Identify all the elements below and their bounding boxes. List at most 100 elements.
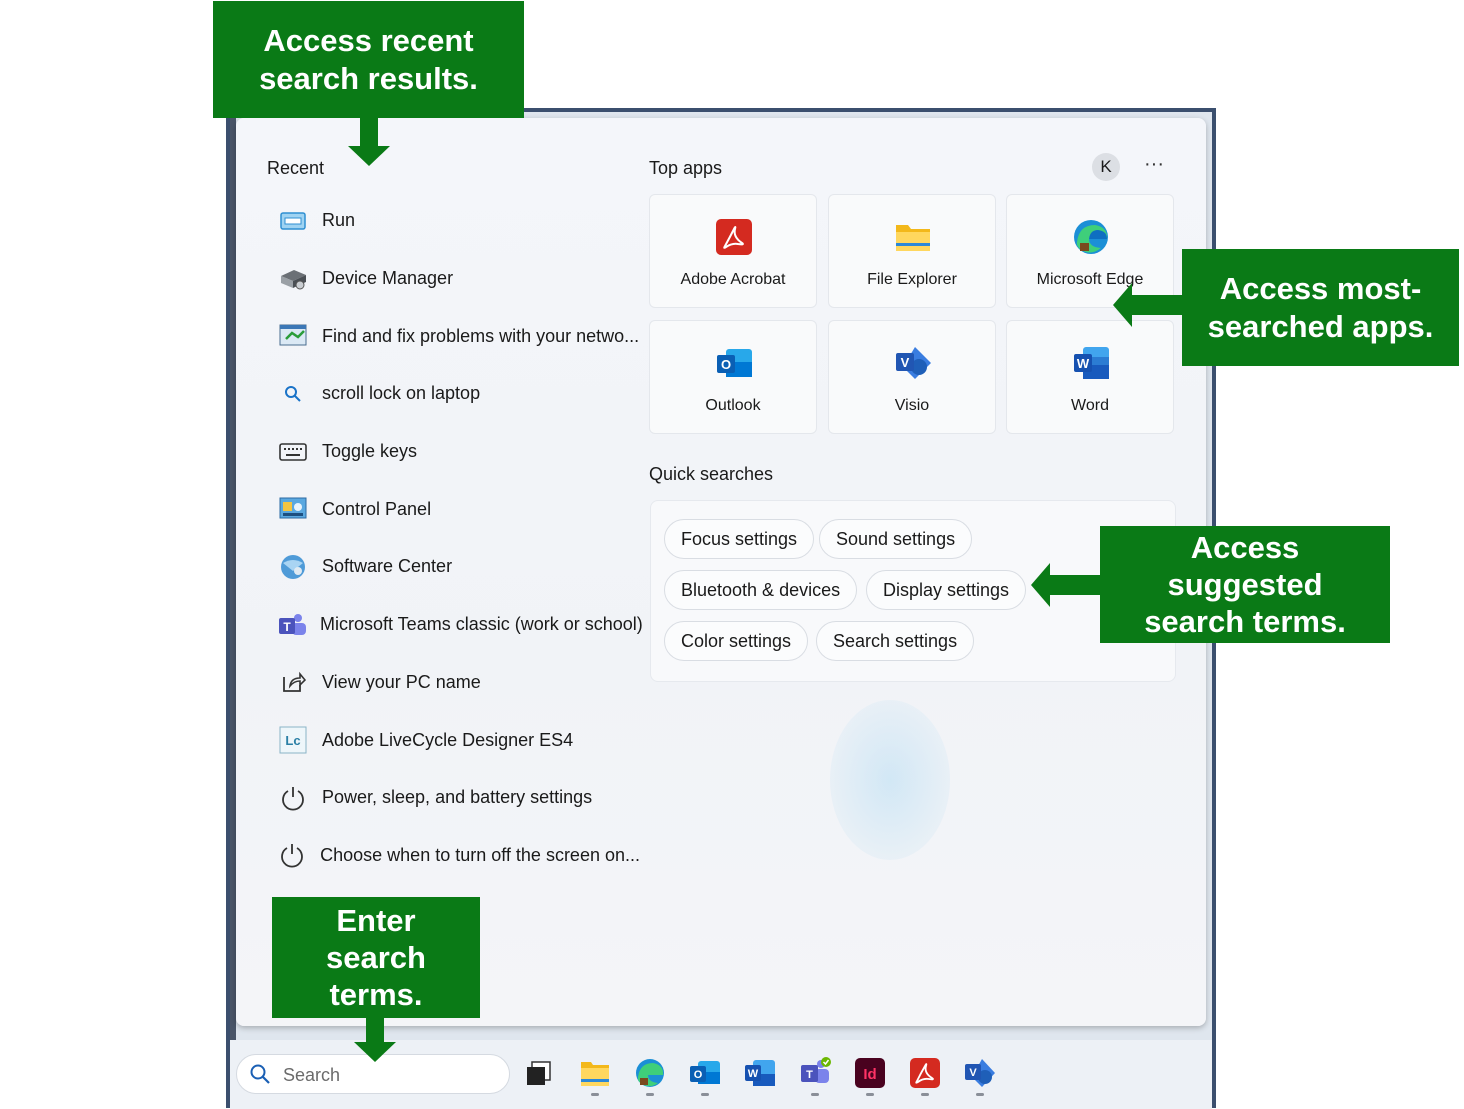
callout-search: Enter search terms. bbox=[272, 897, 480, 1018]
recent-item-power-sleep[interactable]: Power, sleep, and battery settings bbox=[270, 769, 640, 827]
device-manager-icon bbox=[276, 265, 310, 293]
edge-icon[interactable] bbox=[633, 1056, 667, 1090]
network-troubleshoot-icon bbox=[276, 322, 310, 350]
svg-text:W: W bbox=[748, 1068, 759, 1080]
more-options-button[interactable]: ··· bbox=[1142, 152, 1166, 180]
callout-search-text: Enter search terms. bbox=[326, 902, 426, 1013]
running-indicator bbox=[921, 1093, 929, 1096]
pill-display-settings[interactable]: Display settings bbox=[866, 570, 1027, 610]
search-input[interactable] bbox=[281, 1061, 485, 1089]
recent-item-label: Find and fix problems with your netwo... bbox=[322, 325, 640, 346]
visio-icon: V bbox=[896, 347, 931, 379]
callout-top-apps-text: Access most- searched apps. bbox=[1207, 271, 1434, 344]
recent-item-label: View your PC name bbox=[322, 671, 481, 692]
pill-focus-settings[interactable]: Focus settings bbox=[664, 519, 815, 559]
search-icon bbox=[250, 1064, 270, 1084]
visio-icon[interactable]: V bbox=[963, 1056, 997, 1090]
outlook-icon: O bbox=[717, 349, 752, 377]
app-tile-label: Visio bbox=[894, 397, 930, 414]
share-icon bbox=[276, 668, 310, 696]
keyboard-icon bbox=[276, 438, 310, 466]
file-explorer-icon[interactable] bbox=[578, 1056, 612, 1090]
recent-item-control-panel[interactable]: Control Panel bbox=[270, 480, 640, 538]
run-icon bbox=[276, 207, 310, 235]
callout-recent-text: Access recent search results. bbox=[259, 23, 478, 96]
callout-arrow-left-icon bbox=[1031, 563, 1102, 607]
task-view-icon[interactable] bbox=[522, 1056, 556, 1090]
power-icon bbox=[276, 784, 310, 812]
pill-search-settings[interactable]: Search settings bbox=[816, 621, 975, 661]
running-indicator bbox=[866, 1093, 874, 1096]
recent-item-label: Choose when to turn off the screen on... bbox=[320, 844, 640, 865]
svg-text:Lc: Lc bbox=[285, 733, 300, 748]
svg-text:T: T bbox=[806, 1069, 813, 1081]
indesign-icon[interactable]: Id bbox=[853, 1056, 887, 1090]
teams-icon[interactable]: T bbox=[798, 1056, 832, 1090]
app-tile-outlook[interactable]: O Outlook bbox=[649, 320, 817, 434]
app-tile-file-explorer[interactable]: File Explorer bbox=[828, 194, 996, 308]
recent-item-software-center[interactable]: Software Center bbox=[270, 538, 640, 596]
recent-item-run[interactable]: Run bbox=[270, 192, 640, 250]
recent-item-screen-off[interactable]: Choose when to turn off the screen on... bbox=[270, 827, 640, 885]
callout-recent: Access recent search results. bbox=[213, 1, 524, 118]
running-indicator bbox=[976, 1093, 984, 1096]
app-tile-label: Word bbox=[1071, 397, 1109, 414]
pill-bluetooth-devices[interactable]: Bluetooth & devices bbox=[664, 570, 858, 610]
callout-top-apps: Access most- searched apps. bbox=[1182, 249, 1459, 366]
recent-item-scroll-lock[interactable]: scroll lock on laptop bbox=[270, 365, 640, 423]
software-center-icon bbox=[276, 553, 310, 581]
top-apps-heading: Top apps bbox=[649, 158, 723, 178]
recent-item-label: Adobe LiveCycle Designer ES4 bbox=[322, 729, 574, 750]
svg-text:W: W bbox=[1077, 356, 1090, 371]
svg-text:T: T bbox=[283, 620, 291, 634]
svg-text:V: V bbox=[901, 355, 910, 370]
callout-arrow-down-icon bbox=[354, 1016, 396, 1062]
pill-color-settings[interactable]: Color settings bbox=[664, 621, 809, 661]
svg-text:V: V bbox=[969, 1067, 977, 1079]
outlook-icon[interactable]: O bbox=[688, 1056, 722, 1090]
svg-text:O: O bbox=[721, 357, 731, 372]
recent-item-label: Software Center bbox=[322, 556, 453, 577]
recent-item-label: Toggle keys bbox=[322, 441, 418, 462]
acrobat-icon[interactable] bbox=[908, 1056, 942, 1090]
teams-icon: T bbox=[276, 611, 308, 639]
callout-quick-searches: Access suggested search terms. bbox=[1100, 526, 1390, 643]
running-indicator bbox=[811, 1093, 819, 1096]
pill-sound-settings[interactable]: Sound settings bbox=[819, 519, 973, 559]
search-icon bbox=[276, 380, 310, 408]
recent-item-label: Control Panel bbox=[322, 498, 432, 519]
recent-list: Run Device Manager Find and fix problems… bbox=[270, 192, 643, 885]
recent-item-label: Run bbox=[322, 210, 356, 231]
quick-searches-heading: Quick searches bbox=[649, 464, 774, 484]
app-tile-label: File Explorer bbox=[867, 271, 957, 288]
livecycle-icon: Lc bbox=[276, 726, 310, 754]
folder-icon bbox=[896, 225, 930, 251]
avatar[interactable]: K bbox=[1092, 153, 1120, 181]
recent-item-label: scroll lock on laptop bbox=[322, 383, 481, 404]
recent-item-label: Power, sleep, and battery settings bbox=[322, 787, 593, 808]
control-panel-icon bbox=[276, 495, 310, 523]
acrobat-icon bbox=[716, 219, 752, 255]
callout-arrow-left-icon bbox=[1113, 283, 1184, 327]
power-icon bbox=[276, 841, 308, 869]
word-icon: W bbox=[1074, 347, 1109, 379]
recent-item-network[interactable]: Find and fix problems with your netwo... bbox=[270, 307, 640, 365]
recent-item-label: Device Manager bbox=[322, 268, 454, 289]
app-tile-label: Adobe Acrobat bbox=[680, 271, 786, 288]
svg-text:O: O bbox=[694, 1069, 703, 1081]
running-indicator bbox=[701, 1093, 709, 1096]
recent-item-pc-name[interactable]: View your PC name bbox=[270, 654, 640, 712]
app-tile-adobe-acrobat[interactable]: Adobe Acrobat bbox=[649, 194, 817, 308]
edge-icon bbox=[1074, 220, 1108, 254]
app-tile-visio[interactable]: V Visio bbox=[828, 320, 996, 434]
word-icon[interactable]: W bbox=[743, 1056, 777, 1090]
panel-glow bbox=[830, 700, 950, 860]
recent-item-livecycle[interactable]: Lc Adobe LiveCycle Designer ES4 bbox=[270, 711, 640, 769]
recent-item-label: Microsoft Teams classic (work or school) bbox=[320, 614, 643, 635]
svg-text:Id: Id bbox=[863, 1066, 876, 1083]
recent-item-device-manager[interactable]: Device Manager bbox=[270, 250, 640, 308]
app-tile-word[interactable]: W Word bbox=[1006, 320, 1174, 434]
recent-item-teams[interactable]: T Microsoft Teams classic (work or schoo… bbox=[270, 596, 643, 654]
recent-item-toggle-keys[interactable]: Toggle keys bbox=[270, 423, 640, 481]
recent-heading: Recent bbox=[267, 158, 325, 178]
